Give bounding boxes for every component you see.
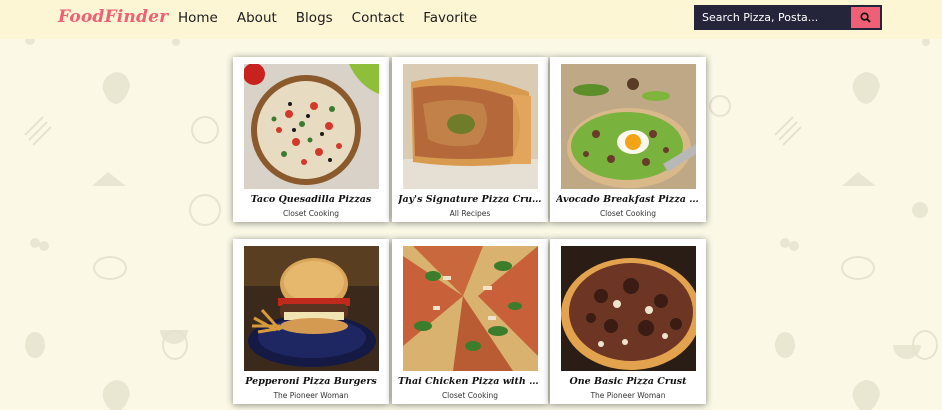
recipe-title: Jay's Signature Pizza Crust... [398, 194, 542, 205]
recipe-card[interactable]: Pepperoni Pizza Burgers The Pioneer Woma… [233, 239, 389, 404]
avocado-egg-pizza-photo [561, 64, 696, 189]
recipe-source: The Pioneer Woman [273, 391, 349, 400]
pizza-burger-photo [244, 246, 379, 371]
search-icon [860, 12, 871, 23]
recipe-source: Closet Cooking [599, 209, 657, 218]
search-input[interactable] [695, 6, 851, 29]
top-navbar: FoodFinder Home About Blogs Contact Favo… [0, 0, 942, 39]
nav-link-favorite[interactable]: Favorite [423, 10, 477, 26]
thai-chicken-pizza-photo [403, 246, 538, 371]
recipe-title: Avocado Breakfast Pizza with... [556, 194, 700, 205]
nav-link-contact[interactable]: Contact [352, 10, 405, 26]
recipe-source: All Recipes [449, 209, 491, 218]
brand-logo[interactable]: FoodFinder [58, 7, 168, 27]
recipe-title: Pepperoni Pizza Burgers [245, 376, 377, 387]
search-bar [694, 5, 882, 30]
recipe-source: Closet Cooking [441, 391, 499, 400]
recipe-card[interactable]: One Basic Pizza Crust The Pioneer Woman [550, 239, 706, 404]
nav-link-home[interactable]: Home [178, 10, 218, 26]
recipe-card[interactable]: Thai Chicken Pizza with Sweet... Closet … [392, 239, 548, 404]
recipe-title: Thai Chicken Pizza with Sweet... [398, 376, 542, 387]
nav-links: Home About Blogs Contact Favorite [178, 10, 496, 26]
taco-pizza-photo [244, 64, 379, 189]
nav-link-blogs[interactable]: Blogs [296, 10, 333, 26]
recipe-source: Closet Cooking [282, 209, 340, 218]
search-button[interactable] [851, 7, 880, 28]
recipe-source: The Pioneer Woman [590, 391, 666, 400]
recipe-card[interactable]: Jay's Signature Pizza Crust... All Recip… [392, 57, 548, 222]
recipe-card[interactable]: Avocado Breakfast Pizza with... Closet C… [550, 57, 706, 222]
recipe-card[interactable]: Taco Quesadilla Pizzas Closet Cooking [233, 57, 389, 222]
recipe-title: Taco Quesadilla Pizzas [250, 194, 372, 205]
basic-pizza-crust-photo [561, 246, 696, 371]
pizza-crust-slice-photo [403, 64, 538, 189]
recipe-title: One Basic Pizza Crust [569, 376, 687, 387]
nav-link-about[interactable]: About [237, 10, 277, 26]
